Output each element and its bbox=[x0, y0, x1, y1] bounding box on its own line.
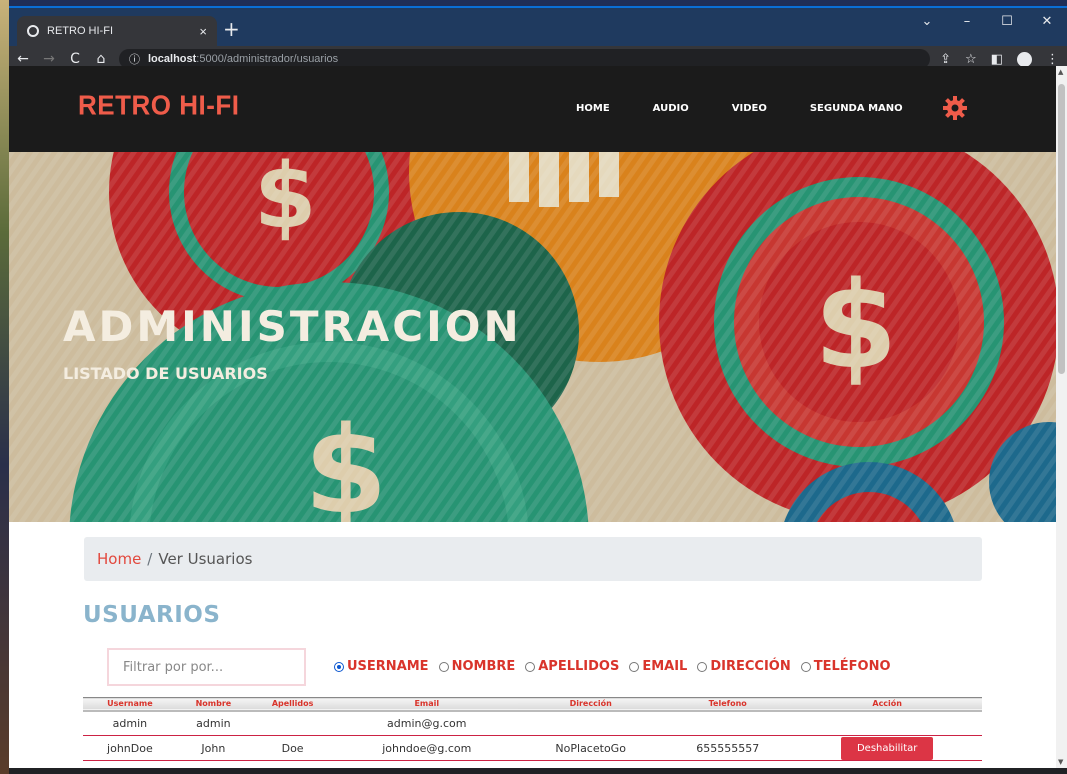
table-cell: Deshabilitar bbox=[792, 735, 982, 761]
settings-gear-icon[interactable] bbox=[942, 95, 968, 121]
table-header-row: Username Nombre Apellidos Email Direcció… bbox=[83, 697, 982, 711]
radio-dot[interactable] bbox=[800, 661, 811, 672]
filter-input[interactable]: Filtrar por por... bbox=[107, 648, 306, 686]
menu-kebab-icon[interactable]: ⋮ bbox=[1046, 52, 1059, 67]
scroll-down-arrow-icon[interactable]: ▼ bbox=[1058, 758, 1063, 766]
table-cell: 655555557 bbox=[663, 735, 793, 761]
menu-item-home[interactable]: HOME bbox=[576, 103, 610, 114]
radio-label: USERNAME bbox=[347, 659, 429, 674]
new-tab-button[interactable]: + bbox=[223, 19, 240, 39]
browser-tab[interactable]: RETRO HI-FI × bbox=[17, 16, 217, 46]
tab-title: RETRO HI-FI bbox=[47, 25, 113, 37]
hero-title: ADMINISTRACION bbox=[63, 302, 522, 351]
breadcrumb-separator: / bbox=[147, 550, 153, 568]
table-cell: johnDoe bbox=[83, 735, 177, 761]
table-cell: NoPlacetoGo bbox=[518, 735, 664, 761]
close-window-button[interactable]: ✕ bbox=[1027, 14, 1067, 29]
info-icon[interactable]: ⓘ bbox=[129, 51, 140, 67]
site-navbar: RETRO HI-FI HOME AUDIO VIDEO SEGUNDA MAN… bbox=[9, 66, 1056, 152]
column-header[interactable]: Apellidos bbox=[250, 698, 335, 711]
menu-item-segunda-mano[interactable]: SEGUNDA MANO bbox=[810, 103, 903, 114]
side-panel-icon[interactable]: ◧ bbox=[991, 52, 1003, 67]
home-icon[interactable]: ⌂ bbox=[95, 51, 107, 67]
radio-direccion[interactable]: DIRECCIÓN bbox=[697, 659, 791, 674]
breadcrumb: Home / Ver Usuarios bbox=[84, 537, 982, 581]
table-row: admin admin admin@g.com bbox=[83, 710, 982, 736]
radio-label: APELLIDOS bbox=[538, 659, 620, 674]
radio-label: TELÉFONO bbox=[813, 659, 891, 674]
table-cell: Doe bbox=[249, 735, 336, 761]
page-viewport: RETRO HI-FI HOME AUDIO VIDEO SEGUNDA MAN… bbox=[9, 66, 1056, 768]
url-host: localhost bbox=[148, 53, 197, 65]
menu-item-video[interactable]: VIDEO bbox=[732, 103, 767, 114]
reload-icon[interactable]: C bbox=[69, 51, 81, 67]
radio-label: EMAIL bbox=[642, 659, 688, 674]
radio-dot[interactable] bbox=[525, 661, 536, 672]
hero-banner: $ $ $ ADMINISTRACI bbox=[9, 152, 1056, 522]
window-controls: ⌄ – ☐ ✕ bbox=[907, 14, 1067, 29]
column-header[interactable]: Acción bbox=[792, 698, 982, 711]
browser-titlebar: RETRO HI-FI × + ⌄ – ☐ ✕ bbox=[9, 8, 1067, 46]
users-table: Username Nombre Apellidos Email Direcció… bbox=[83, 697, 982, 761]
table-cell bbox=[663, 710, 793, 736]
site-brand-logo[interactable]: RETRO HI-FI bbox=[78, 89, 240, 122]
radio-email[interactable]: EMAIL bbox=[629, 659, 687, 674]
table-row: johnDoe John Doe johndoe@g.com NoPlaceto… bbox=[83, 735, 982, 761]
radio-dot[interactable] bbox=[334, 661, 344, 672]
disable-user-button[interactable]: Deshabilitar bbox=[840, 736, 934, 760]
url-path: :5000/administrador/usuarios bbox=[196, 53, 339, 65]
desktop-background bbox=[0, 0, 9, 774]
radio-label: NOMBRE bbox=[451, 659, 516, 674]
filter-field-radio-group: USERNAME NOMBRE APELLIDOS EMAIL DIRECCIÓ… bbox=[334, 659, 891, 674]
scrollbar-thumb[interactable] bbox=[1058, 84, 1065, 374]
radio-dot[interactable] bbox=[697, 661, 708, 672]
table-cell bbox=[249, 710, 336, 736]
menu-item-audio[interactable]: AUDIO bbox=[653, 103, 689, 114]
table-cell bbox=[518, 710, 664, 736]
radio-label: DIRECCIÓN bbox=[710, 659, 791, 674]
column-header[interactable]: Telefono bbox=[663, 698, 792, 711]
radio-username[interactable]: USERNAME bbox=[334, 659, 429, 674]
scroll-up-arrow-icon[interactable]: ▲ bbox=[1058, 68, 1063, 76]
table-cell: admin bbox=[176, 710, 250, 736]
bookmark-star-icon[interactable]: ☆ bbox=[965, 52, 977, 67]
radio-nombre[interactable]: NOMBRE bbox=[438, 659, 516, 674]
minimize-button[interactable]: – bbox=[947, 14, 987, 29]
tab-search-icon[interactable]: ⌄ bbox=[907, 14, 947, 29]
column-header[interactable]: Nombre bbox=[177, 698, 250, 711]
radio-apellidos[interactable]: APELLIDOS bbox=[525, 659, 619, 674]
hero-subtitle: LISTADO DE USUARIOS bbox=[63, 364, 268, 383]
filter-placeholder: Filtrar por por... bbox=[123, 659, 224, 675]
main-menu: HOME AUDIO VIDEO SEGUNDA MANO bbox=[576, 103, 903, 114]
share-icon[interactable]: ⇪ bbox=[940, 52, 951, 67]
table-cell: John bbox=[176, 735, 250, 761]
table-cell: johndoe@g.com bbox=[335, 735, 519, 761]
column-header[interactable]: Dirección bbox=[518, 698, 663, 711]
column-header[interactable]: Email bbox=[335, 698, 518, 711]
table-cell bbox=[792, 710, 982, 736]
globe-icon bbox=[27, 25, 39, 37]
breadcrumb-current: Ver Usuarios bbox=[158, 550, 253, 568]
radio-telefono[interactable]: TELÉFONO bbox=[800, 659, 891, 674]
table-cell: admin@g.com bbox=[335, 710, 519, 736]
radio-dot[interactable] bbox=[438, 661, 449, 672]
table-cell: admin bbox=[83, 710, 177, 736]
forward-icon[interactable]: → bbox=[43, 51, 55, 67]
breadcrumb-home-link[interactable]: Home bbox=[97, 550, 141, 568]
maximize-button[interactable]: ☐ bbox=[987, 14, 1027, 29]
back-icon[interactable]: ← bbox=[17, 51, 29, 67]
page-title: USUARIOS bbox=[83, 602, 221, 628]
page-scrollbar[interactable]: ▲ ▼ bbox=[1056, 66, 1067, 768]
radio-dot[interactable] bbox=[629, 661, 640, 672]
tab-close-icon[interactable]: × bbox=[199, 24, 207, 39]
profile-avatar-icon[interactable] bbox=[1017, 51, 1032, 67]
column-header[interactable]: Username bbox=[83, 698, 177, 711]
